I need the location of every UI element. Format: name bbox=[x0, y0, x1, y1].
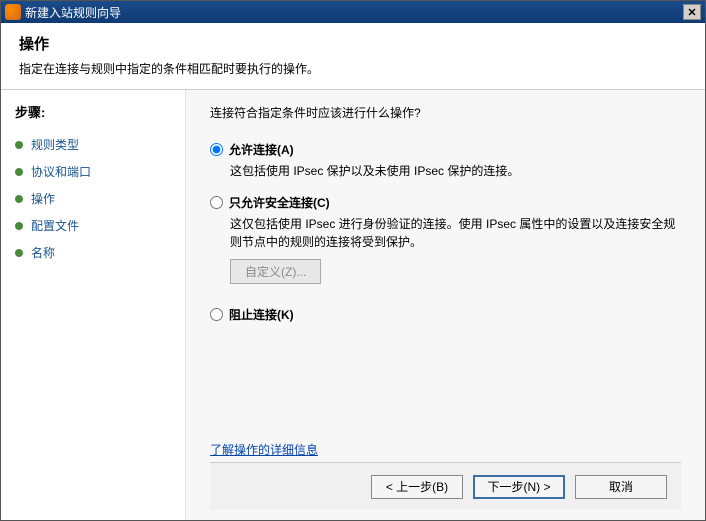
cancel-button[interactable]: 取消 bbox=[575, 475, 667, 499]
radio-allow-secure[interactable] bbox=[210, 196, 223, 209]
question-text: 连接符合指定条件时应该进行什么操作? bbox=[210, 104, 681, 121]
back-button[interactable]: < 上一步(B) bbox=[371, 475, 463, 499]
close-icon: ✕ bbox=[687, 6, 696, 19]
steps-sidebar: 步骤: 规则类型 协议和端口 操作 配置文件 名称 bbox=[1, 90, 186, 520]
titlebar: 新建入站规则向导 ✕ bbox=[1, 1, 705, 23]
wizard-window: 新建入站规则向导 ✕ 操作 指定在连接与规则中指定的条件相匹配时要执行的操作。 … bbox=[0, 0, 706, 521]
next-button[interactable]: 下一步(N) > bbox=[473, 475, 565, 499]
step-label: 名称 bbox=[31, 244, 55, 261]
step-protocol-port[interactable]: 协议和端口 bbox=[15, 158, 177, 185]
option-allow-secure-label: 只允许安全连接(C) bbox=[229, 194, 330, 211]
option-allow-secure: 只允许安全连接(C) 这仅包括使用 IPsec 进行身份验证的连接。使用 IPs… bbox=[210, 194, 681, 292]
content-pane: 连接符合指定条件时应该进行什么操作? 允许连接(A) 这包括使用 IPsec 保… bbox=[186, 90, 705, 520]
bullet-icon bbox=[15, 249, 23, 257]
step-label: 操作 bbox=[31, 190, 55, 207]
option-allow-desc: 这包括使用 IPsec 保护以及未使用 IPsec 保护的连接。 bbox=[230, 162, 681, 180]
option-allow-label: 允许连接(A) bbox=[229, 141, 294, 158]
bullet-icon bbox=[15, 168, 23, 176]
step-rule-type[interactable]: 规则类型 bbox=[15, 131, 177, 158]
option-block-label: 阻止连接(K) bbox=[229, 306, 294, 323]
step-label: 协议和端口 bbox=[31, 163, 91, 180]
page-title: 操作 bbox=[19, 33, 687, 54]
option-allow-secure-desc: 这仅包括使用 IPsec 进行身份验证的连接。使用 IPsec 属性中的设置以及… bbox=[230, 215, 681, 251]
step-label: 配置文件 bbox=[31, 217, 79, 234]
app-icon bbox=[5, 4, 21, 20]
bullet-icon bbox=[15, 195, 23, 203]
radio-allow[interactable] bbox=[210, 143, 223, 156]
option-block: 阻止连接(K) bbox=[210, 306, 681, 327]
page-subtitle: 指定在连接与规则中指定的条件相匹配时要执行的操作。 bbox=[19, 60, 687, 77]
step-name[interactable]: 名称 bbox=[15, 239, 177, 266]
bullet-icon bbox=[15, 222, 23, 230]
window-title: 新建入站规则向导 bbox=[25, 4, 683, 21]
step-action[interactable]: 操作 bbox=[15, 185, 177, 212]
steps-title: 步骤: bbox=[15, 102, 177, 121]
radio-block[interactable] bbox=[210, 308, 223, 321]
wizard-body: 步骤: 规则类型 协议和端口 操作 配置文件 名称 连接 bbox=[1, 90, 705, 520]
step-label: 规则类型 bbox=[31, 136, 79, 153]
close-button[interactable]: ✕ bbox=[683, 4, 701, 20]
customize-button: 自定义(Z)... bbox=[230, 259, 321, 284]
footer-buttons: < 上一步(B) 下一步(N) > 取消 bbox=[210, 462, 681, 510]
bullet-icon bbox=[15, 141, 23, 149]
step-profile[interactable]: 配置文件 bbox=[15, 212, 177, 239]
learn-more-link[interactable]: 了解操作的详细信息 bbox=[210, 441, 318, 458]
page-header: 操作 指定在连接与规则中指定的条件相匹配时要执行的操作。 bbox=[1, 23, 705, 90]
option-allow: 允许连接(A) 这包括使用 IPsec 保护以及未使用 IPsec 保护的连接。 bbox=[210, 141, 681, 180]
